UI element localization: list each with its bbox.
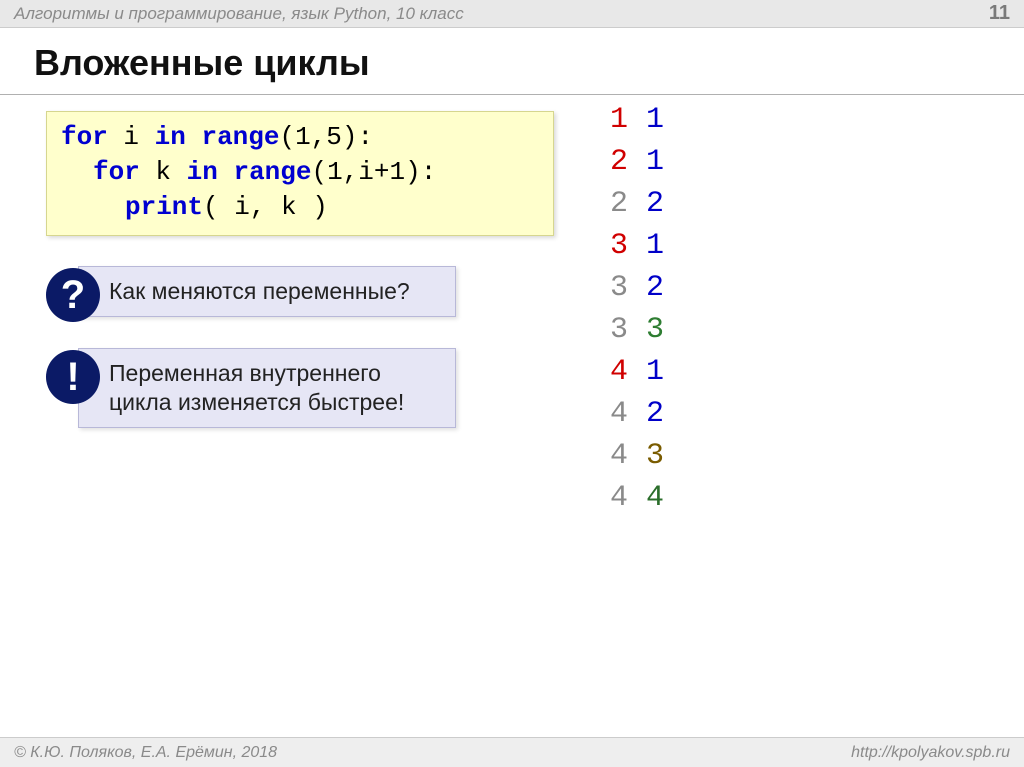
code-line-1: for i in range(1,5):: [61, 120, 539, 155]
code-line-2: for k in range(1,i+1):: [61, 155, 539, 190]
code-args: (1,5):: [279, 122, 373, 152]
source-url: http://kpolyakov.spb.ru: [851, 744, 1010, 762]
info-callout: ! Переменная внутреннего цикла изменяетс…: [46, 348, 456, 428]
output-row: 1 1: [610, 99, 664, 141]
exclamation-icon: !: [46, 350, 100, 404]
keyword-for: for: [61, 122, 108, 152]
question-text: Как меняются переменные?: [78, 266, 456, 317]
output-k: 1: [646, 103, 664, 137]
copyright-text: © К.Ю. Поляков, Е.А. Ерёмин, 2018: [14, 744, 277, 762]
output-k: 1: [646, 355, 664, 389]
output-k: 3: [646, 439, 664, 473]
output-i: 2: [610, 145, 628, 179]
output-i: 1: [610, 103, 628, 137]
output-k: 2: [646, 271, 664, 305]
output-k: 2: [646, 397, 664, 431]
code-var: i: [123, 122, 139, 152]
fn-range: range: [201, 122, 279, 152]
output-row: 2 2: [610, 183, 664, 225]
output-k: 3: [646, 313, 664, 347]
output-k: 2: [646, 187, 664, 221]
output-i: 4: [610, 439, 628, 473]
output-i: 3: [610, 271, 628, 305]
output-i: 3: [610, 313, 628, 347]
output-row: 4 4: [610, 477, 664, 519]
page-number: 11: [989, 2, 1010, 25]
output-k: 1: [646, 229, 664, 263]
question-icon: ?: [46, 268, 100, 322]
output-i: 4: [610, 397, 628, 431]
fn-print: print: [125, 192, 203, 222]
fn-range: range: [233, 157, 311, 187]
keyword-for: for: [93, 157, 140, 187]
question-callout: ? Как меняются переменные?: [46, 266, 456, 322]
output-row: 2 1: [610, 141, 664, 183]
slide-footer: © К.Ю. Поляков, Е.А. Ерёмин, 2018 http:/…: [0, 737, 1024, 767]
program-output: 1 12 12 23 13 23 34 14 24 34 4: [610, 99, 664, 519]
info-text: Переменная внутреннего цикла изменяется …: [78, 348, 456, 428]
output-row: 3 1: [610, 225, 664, 267]
keyword-in: in: [155, 122, 186, 152]
keyword-in: in: [187, 157, 218, 187]
output-i: 2: [610, 187, 628, 221]
code-args: ( i, k ): [203, 192, 328, 222]
slide-header: Алгоритмы и программирование, язык Pytho…: [0, 0, 1024, 28]
output-row: 3 2: [610, 267, 664, 309]
code-block: for i in range(1,5): for k in range(1,i+…: [46, 111, 554, 236]
output-i: 3: [610, 229, 628, 263]
output-i: 4: [610, 481, 628, 515]
output-row: 4 1: [610, 351, 664, 393]
slide-title: Вложенные циклы: [0, 28, 1024, 95]
output-k: 1: [646, 145, 664, 179]
output-k: 4: [646, 481, 664, 515]
output-row: 4 2: [610, 393, 664, 435]
code-args: (1,i+1):: [311, 157, 436, 187]
code-var: k: [155, 157, 171, 187]
output-row: 3 3: [610, 309, 664, 351]
subject-line: Алгоритмы и программирование, язык Pytho…: [14, 4, 464, 24]
code-line-3: print( i, k ): [61, 190, 539, 225]
output-i: 4: [610, 355, 628, 389]
output-row: 4 3: [610, 435, 664, 477]
slide-content: for i in range(1,5): for k in range(1,i+…: [0, 95, 1024, 428]
